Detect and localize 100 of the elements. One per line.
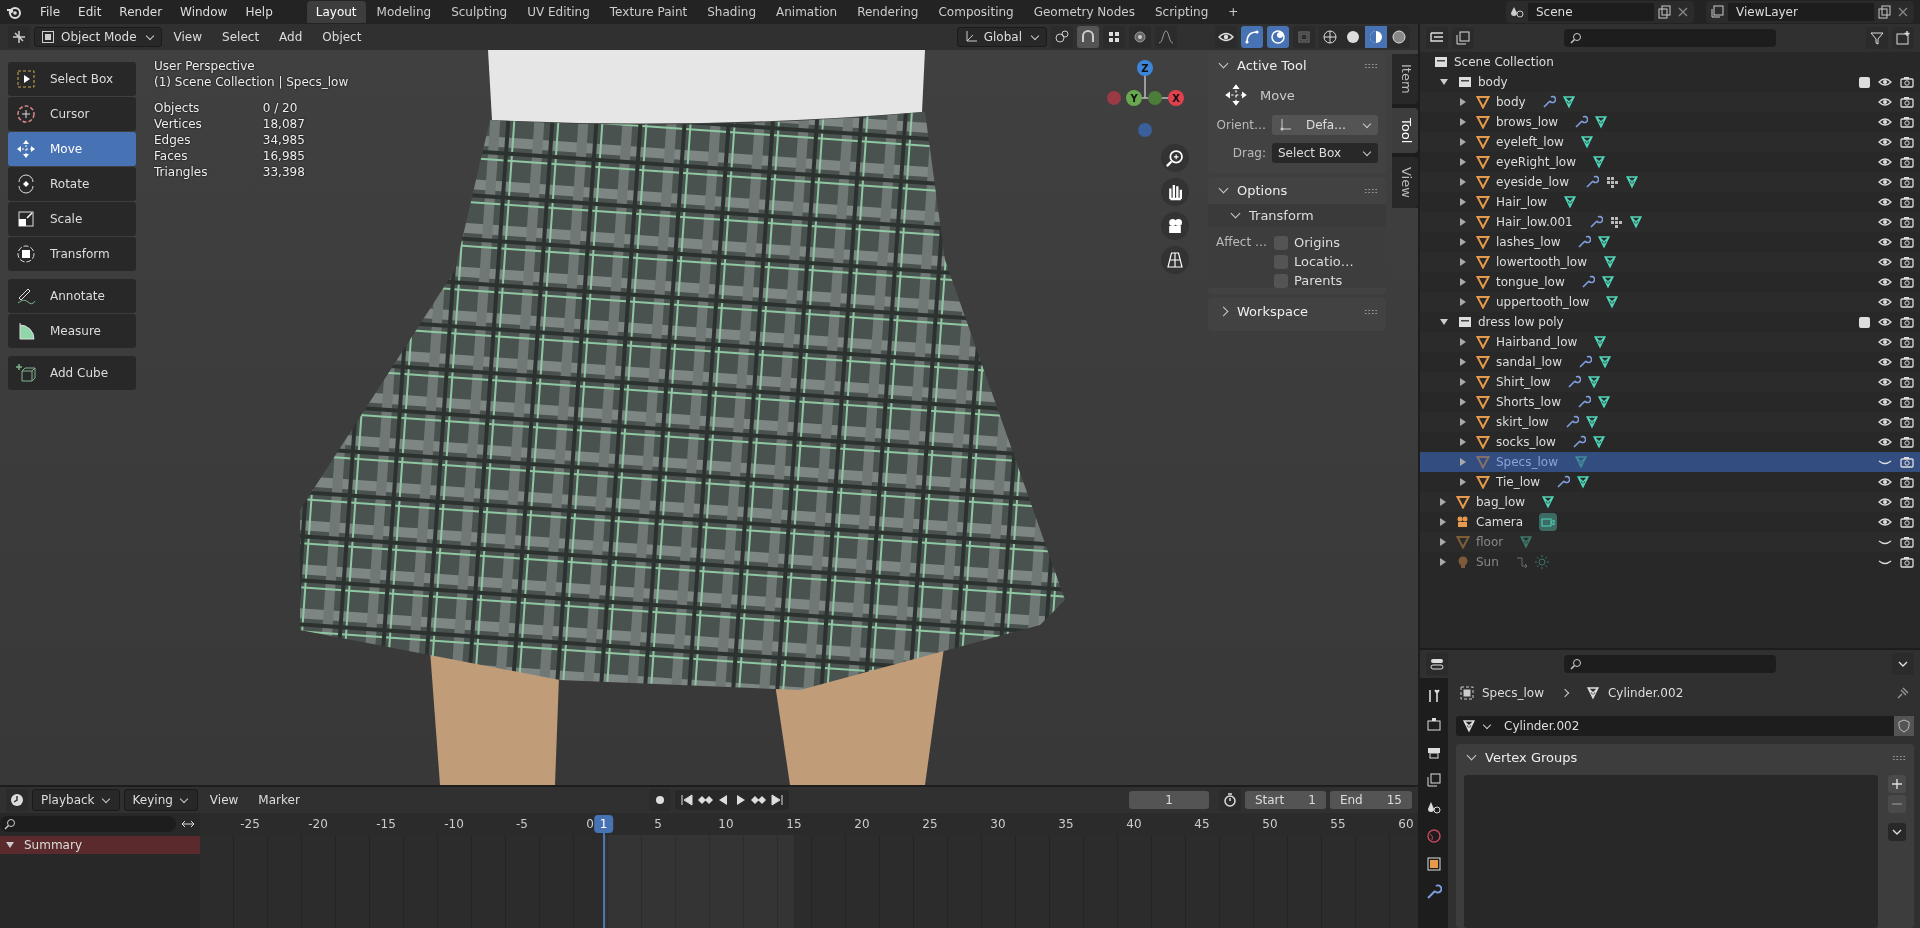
view-layer-selector[interactable]: ViewLayer	[1706, 1, 1914, 23]
expand-arrow-icon[interactable]	[1440, 319, 1448, 325]
camera-icon[interactable]	[1900, 135, 1914, 149]
workspace-tab[interactable]: Modeling	[367, 1, 441, 23]
expand-arrow-icon[interactable]	[1460, 178, 1466, 186]
eye-icon[interactable]	[1878, 95, 1892, 109]
falloff-curve-icon[interactable]	[1155, 26, 1177, 48]
scene-icon[interactable]	[1426, 800, 1442, 816]
add-icon[interactable]	[1888, 775, 1906, 793]
scene-selector[interactable]: Scene	[1506, 1, 1694, 23]
workspace-tab[interactable]: Geometry Nodes	[1024, 1, 1144, 23]
overlays-icon[interactable]	[1267, 26, 1289, 48]
eye-icon[interactable]	[1878, 315, 1892, 329]
navigation-gizmo-drawing[interactable]	[1107, 60, 1184, 137]
outliner-row[interactable]: Shorts_low	[1420, 392, 1920, 412]
copy-icon[interactable]	[1878, 5, 1892, 19]
outliner-item[interactable]: eyeside_low	[1496, 175, 1569, 189]
search-field[interactable]	[1564, 29, 1776, 47]
expand-arrow-icon[interactable]	[1460, 338, 1466, 346]
menu-item[interactable]: Marker	[250, 790, 308, 810]
outliner-row[interactable]: tongue_low	[1420, 272, 1920, 292]
workspace-tab[interactable]: Shading	[698, 1, 765, 23]
expand-arrow-icon[interactable]	[1460, 438, 1466, 446]
playhead[interactable]: 1	[593, 815, 614, 833]
menu-item[interactable]: Keying	[123, 789, 198, 811]
outliner-row[interactable]: brows_low	[1420, 112, 1920, 132]
expand-arrow-icon[interactable]	[1460, 238, 1466, 246]
record-icon[interactable]	[648, 789, 671, 811]
camera-icon[interactable]	[1900, 315, 1914, 329]
outliner-item[interactable]: socks_low	[1496, 435, 1556, 449]
orientation-dropdown[interactable]: Global	[956, 27, 1047, 47]
outliner-item[interactable]: Shirt_low	[1496, 375, 1551, 389]
render-icon[interactable]	[1426, 716, 1442, 732]
outliner-row[interactable]: Sun	[1420, 552, 1920, 572]
sidebar-tab[interactable]: Tool	[1392, 107, 1418, 153]
checkbox[interactable]	[1859, 316, 1870, 328]
outliner-row[interactable]: socks_low	[1420, 432, 1920, 452]
expand-arrow-icon[interactable]	[1460, 98, 1466, 106]
expand-arrow-icon[interactable]	[1460, 398, 1466, 406]
eye-icon[interactable]	[1878, 375, 1892, 389]
camera-icon[interactable]	[1900, 255, 1914, 269]
outliner-item[interactable]: sandal_low	[1496, 355, 1562, 369]
expand-arrow-icon[interactable]	[1440, 79, 1448, 85]
panel-header[interactable]: Active Tool	[1208, 52, 1386, 79]
outliner-item[interactable]: Sun	[1476, 555, 1499, 569]
outliner-item[interactable]: eyeRight_low	[1496, 155, 1576, 169]
outliner-item[interactable]: body	[1478, 75, 1508, 89]
outliner-row[interactable]: Hair_low	[1420, 192, 1920, 212]
editor-type-icon[interactable]	[8, 26, 30, 48]
zoom-icon[interactable]	[1161, 144, 1189, 172]
grid-icon[interactable]	[1161, 246, 1189, 274]
workspace-tab[interactable]: Layout	[306, 1, 366, 23]
outliner-row[interactable]: lashes_low	[1420, 232, 1920, 252]
camera-icon[interactable]	[1900, 415, 1914, 429]
camera-icon[interactable]	[1900, 455, 1914, 469]
outliner-item[interactable]: dress low poly	[1478, 315, 1564, 329]
properties-type-icon[interactable]	[1426, 653, 1448, 675]
eye-icon[interactable]	[1878, 255, 1892, 269]
outliner-row[interactable]: Tie_low	[1420, 472, 1920, 492]
expand-arrow-icon[interactable]	[1440, 498, 1446, 506]
panel-header[interactable]: Vertex Groups	[1456, 744, 1914, 771]
close-icon[interactable]	[1676, 5, 1690, 19]
camera-icon[interactable]	[1900, 495, 1914, 509]
globe-icon[interactable]	[1426, 828, 1442, 844]
tool-button[interactable]: Move	[8, 132, 136, 166]
camera-icon[interactable]	[1900, 515, 1914, 529]
eye-icon[interactable]	[1878, 115, 1892, 129]
camera-icon[interactable]	[1900, 115, 1914, 129]
outliner-row[interactable]: Camera	[1420, 512, 1920, 532]
menu-item[interactable]: Help	[237, 2, 281, 22]
drag-dropdown[interactable]: Select Box	[1272, 143, 1378, 163]
tool-button[interactable]: Annotate	[8, 279, 136, 313]
workspace-tab[interactable]: Sculpting	[442, 1, 517, 23]
wrench-icon[interactable]	[1426, 884, 1442, 900]
gizmo-icon[interactable]	[1241, 26, 1263, 48]
expand-arrow-icon[interactable]	[1460, 378, 1466, 386]
close-icon[interactable]	[1896, 5, 1910, 19]
camera-icon[interactable]	[1900, 555, 1914, 569]
camera-icon[interactable]	[1900, 295, 1914, 309]
blender-logo-icon[interactable]	[6, 4, 22, 20]
outliner-item[interactable]: body	[1496, 95, 1526, 109]
visibility-icon[interactable]	[1215, 26, 1237, 48]
start-frame-field[interactable]: Start 1	[1244, 791, 1326, 809]
hand-icon[interactable]	[1161, 178, 1189, 206]
camera-icon[interactable]	[1900, 195, 1914, 209]
outliner-row[interactable]: body	[1420, 72, 1920, 92]
shield-icon[interactable]	[1894, 716, 1914, 736]
eye-icon[interactable]	[1878, 75, 1892, 89]
tool-button[interactable]: Measure	[8, 314, 136, 348]
expand-arrow-icon[interactable]	[1460, 158, 1466, 166]
camera-icon[interactable]	[1900, 335, 1914, 349]
workspace-tab[interactable]: UV Editing	[518, 1, 599, 23]
outliner-item[interactable]: lowertooth_low	[1496, 255, 1587, 269]
outliner-item[interactable]: eyeleft_low	[1496, 135, 1564, 149]
pivot-icon[interactable]	[1051, 26, 1073, 48]
camera-icon[interactable]	[1900, 395, 1914, 409]
camera-icon[interactable]	[1900, 275, 1914, 289]
datablock-field[interactable]: Cylinder.002	[1456, 716, 1914, 736]
menu-item[interactable]: Add	[271, 27, 311, 47]
menu-item[interactable]: Object	[314, 27, 370, 47]
